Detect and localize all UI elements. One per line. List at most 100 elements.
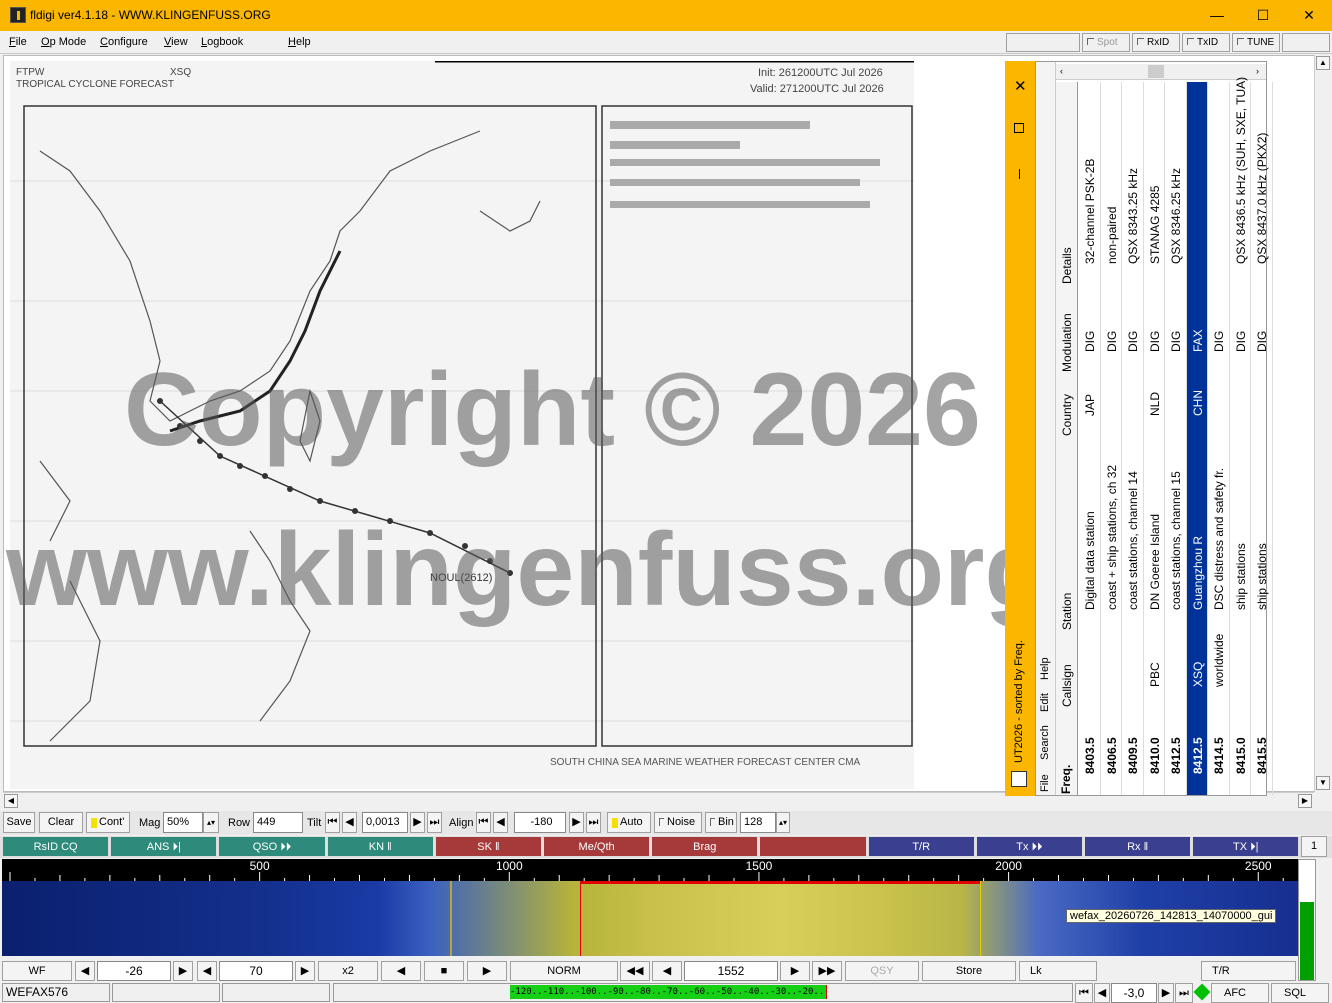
store-button[interactable]: Store	[922, 961, 1016, 981]
macro-button-10[interactable]: Tx ⏵⏵	[975, 836, 1083, 857]
menu-logbook[interactable]: Logbook	[201, 36, 243, 48]
align-left-icon[interactable]: ◀	[493, 812, 508, 833]
tilt-fast-right-icon[interactable]: ⏭	[427, 812, 442, 833]
col-header-freq[interactable]: Freq.	[1059, 765, 1073, 794]
table-row[interactable]: 8409.5 coast stations, channel 14 DIG QSX 8…	[1122, 82, 1144, 795]
sql-toggle[interactable]: SQL	[1271, 983, 1329, 1003]
scroll-up-arrow-icon[interactable]: ▲	[1316, 56, 1330, 70]
table-row[interactable]: 8415.0 ship stations DIG QSX 8436.5 kHz (SU…	[1230, 77, 1251, 795]
align-input[interactable]: -180	[514, 812, 566, 833]
wf-value1-input[interactable]: -26	[97, 961, 171, 981]
macro-button-4[interactable]: KN ‖	[326, 836, 434, 857]
afc-toggle[interactable]: AFC	[1211, 983, 1269, 1003]
norm-button[interactable]: NORM	[510, 961, 618, 981]
macro-button-9[interactable]: T/R	[867, 836, 975, 857]
macro-button-1[interactable]: RsID CQ	[2, 836, 110, 857]
wf-value2-up-icon[interactable]: ▶	[295, 961, 315, 981]
tilt-left-icon[interactable]: ◀	[342, 812, 357, 833]
rxid-toggle[interactable]: RxID	[1132, 33, 1180, 52]
macro-button-2[interactable]: ANS ⏵|	[110, 836, 218, 857]
sn-up-icon[interactable]: ▶	[1158, 983, 1174, 1003]
col-header-callsign[interactable]: Callsign	[1060, 664, 1074, 707]
tr-toggle[interactable]: T/R	[1201, 961, 1296, 981]
macro-button-3[interactable]: QSO ⏵⏵	[218, 836, 326, 857]
macro-button-5[interactable]: SK ‖	[434, 836, 542, 857]
table-row[interactable]: 8414.5 worldwide DSC distress and safety f…	[1208, 82, 1230, 795]
cont-toggle[interactable]: Cont'	[86, 812, 130, 833]
txid-toggle[interactable]: TxID	[1182, 33, 1230, 52]
noise-toggle[interactable]: Noise	[654, 812, 702, 833]
frequency-input[interactable]: 1552	[684, 961, 778, 981]
qsy-button[interactable]: QSY	[845, 961, 919, 981]
lock-toggle[interactable]: Lk	[1019, 961, 1097, 981]
macro-page-button[interactable]: 1	[1301, 836, 1327, 857]
stop-icon[interactable]: ■	[424, 961, 464, 981]
col-header-modulation[interactable]: Modulation	[1060, 313, 1074, 372]
menu-help[interactable]: Help	[288, 36, 311, 48]
align-fast-right-icon[interactable]: ⏭	[586, 812, 601, 833]
sn-down-icon[interactable]: ◀	[1094, 983, 1110, 1003]
freq-fast-up-icon[interactable]: ▶▶	[812, 961, 842, 981]
popup-scroll-left-icon[interactable]: ‹	[1060, 66, 1063, 76]
scroll-right-icon[interactable]: ▶	[467, 961, 507, 981]
maximize-button[interactable]: ☐	[1240, 0, 1286, 31]
popup-menu-search[interactable]: Search	[1039, 725, 1051, 760]
sn-fast-up-icon[interactable]: ⏭	[1175, 983, 1193, 1003]
wf-value1-up-icon[interactable]: ▶	[173, 961, 193, 981]
tilt-right-icon[interactable]: ▶	[410, 812, 425, 833]
close-button[interactable]: ✕	[1286, 0, 1332, 31]
wf-value2-down-icon[interactable]: ◀	[197, 961, 217, 981]
auto-toggle[interactable]: Auto	[607, 812, 651, 833]
popup-scroll-thumb[interactable]	[1148, 65, 1164, 78]
scroll-left-arrow-icon[interactable]: ◀	[4, 794, 18, 808]
row-input[interactable]: 449	[253, 812, 303, 833]
wf-value2-input[interactable]: 70	[219, 961, 293, 981]
save-button[interactable]: Save	[3, 812, 35, 833]
macro-button-12[interactable]: TX ⏵|	[1192, 836, 1300, 857]
macro-button-6[interactable]: Me/Qth	[543, 836, 651, 857]
popup-scroll-right-icon[interactable]: ›	[1256, 66, 1259, 76]
popup-menu-help[interactable]: Help	[1039, 657, 1051, 680]
menu-view[interactable]: View	[164, 36, 188, 48]
scroll-left-icon[interactable]: ◀	[381, 961, 421, 981]
align-fast-left-icon[interactable]: ⏮	[476, 812, 491, 833]
popup-maximize-icon[interactable]	[1014, 123, 1024, 133]
scroll-down-arrow-icon[interactable]: ▼	[1316, 776, 1330, 790]
mag-spinner-icon[interactable]: ▴▾	[203, 812, 219, 833]
fax-vertical-scrollbar[interactable]: ▲ ▼	[1314, 55, 1330, 792]
popup-close-icon[interactable]: ✕	[1014, 77, 1027, 95]
table-row[interactable]: 8406.5 coast + ship stations, ch 32 DIG non…	[1101, 82, 1122, 795]
menu-configure[interactable]: Configure	[100, 36, 148, 48]
zoom-x2-button[interactable]: x2	[318, 961, 378, 981]
wf-mode-button[interactable]: WF	[2, 961, 72, 981]
freq-up-icon[interactable]: ▶	[780, 961, 810, 981]
freq-fast-down-icon[interactable]: ◀◀	[620, 961, 650, 981]
bin-spinner-icon[interactable]: ▴▾	[776, 812, 790, 833]
spot-toggle[interactable]: Spot	[1082, 33, 1130, 52]
table-row[interactable]: 8403.5 Digital data station JAP DIG 32-chann…	[1079, 82, 1101, 795]
popup-menu-file[interactable]: File	[1039, 774, 1051, 792]
table-row[interactable]: 8412.5 XSQ Guangzhou R CHN FAX	[1186, 82, 1208, 795]
tilt-input[interactable]: 0,0013	[362, 812, 408, 833]
popup-menu-edit[interactable]: Edit	[1039, 693, 1051, 712]
table-row[interactable]: 8412.5 coast stations, channel 15 DIG QSX 8…	[1165, 82, 1187, 795]
scroll-right-arrow-icon[interactable]: ▶	[1298, 794, 1312, 808]
sn-value-input[interactable]: -3,0	[1111, 983, 1157, 1003]
macro-button-7[interactable]: Brag	[651, 836, 759, 857]
menu-file[interactable]: File	[9, 36, 27, 48]
clear-button[interactable]: Clear	[39, 812, 83, 833]
tilt-fast-left-icon[interactable]: ⏮	[325, 812, 340, 833]
align-right-icon[interactable]: ▶	[569, 812, 584, 833]
freq-down-icon[interactable]: ◀	[652, 961, 682, 981]
col-header-country[interactable]: Country	[1060, 394, 1074, 436]
mag-select[interactable]: 50%	[163, 812, 203, 833]
sn-fast-down-icon[interactable]: ⏮	[1075, 983, 1093, 1003]
col-header-details[interactable]: Details	[1060, 247, 1074, 284]
bin-input[interactable]: 128	[740, 812, 776, 833]
table-row[interactable]: 8415.5 ship stations DIG QSX 8437.0 kHz (PK…	[1251, 82, 1273, 795]
bin-toggle[interactable]: Bin	[705, 812, 737, 833]
table-row[interactable]: 8410.0 PBC DN Goeree Island NLD DIG STANAG 42…	[1144, 82, 1165, 795]
tune-toggle[interactable]: TUNE	[1232, 33, 1280, 52]
menu-op-mode[interactable]: Op Mode	[41, 36, 86, 48]
macro-button-8[interactable]	[759, 836, 867, 857]
